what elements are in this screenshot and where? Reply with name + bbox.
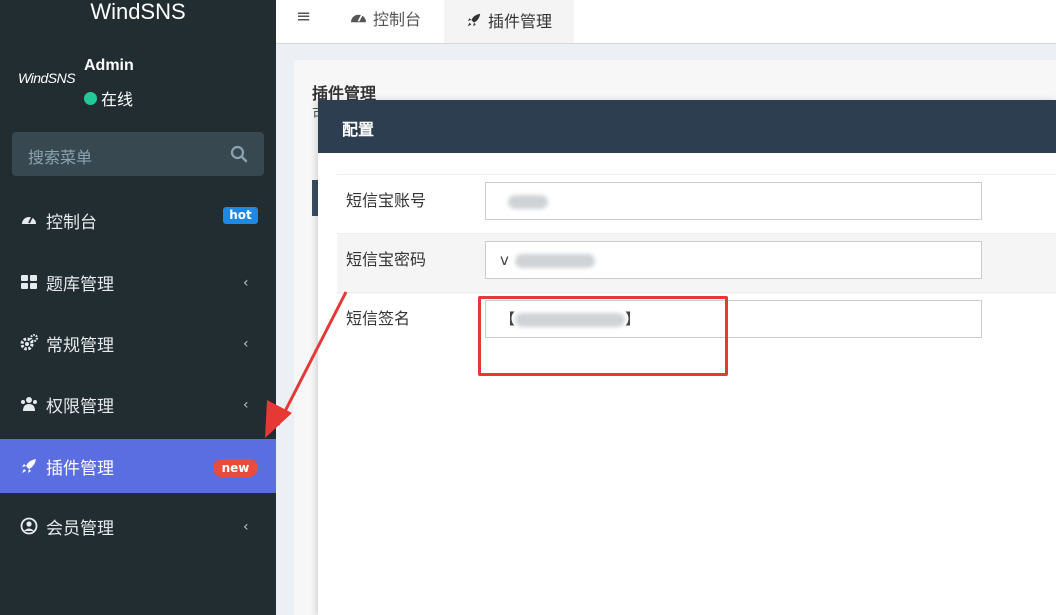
field-value: v [500,251,509,269]
field-label: 短信签名 [346,309,411,328]
tab-label: 控制台 [373,9,422,29]
sms-password-input[interactable]: v [485,241,982,279]
dashboard-icon [351,14,366,23]
sidebar-item-permissions[interactable]: 权限管理 ‹ [0,377,276,431]
user-name: Admin [84,57,134,74]
chevron-left-icon: ‹ [243,397,249,413]
dashboard-icon [22,216,36,224]
search-input[interactable]: 搜索菜单 [28,144,92,168]
form-row-account: 短信宝账号 [337,174,1056,235]
field-label: 短信宝账号 [346,191,427,210]
rocket-icon [22,459,36,473]
gears-icon [20,334,38,351]
redacted-value [514,253,595,268]
rocket-icon [467,13,481,26]
sidebar-item-question-bank[interactable]: 题库管理 ‹ [0,255,276,309]
modal-header: 配置 [318,100,1056,153]
sidebar-item-label: 常规管理 [46,336,114,356]
menu-search[interactable]: 搜索菜单 [12,132,264,176]
sidebar-item-members[interactable]: 会员管理 ‹ [0,499,276,553]
search-icon[interactable] [230,145,248,163]
tab-plugins[interactable]: 插件管理 [444,0,574,43]
online-dot-icon [84,91,97,105]
tab-dashboard[interactable]: 控制台 [342,0,429,39]
users-icon [21,397,37,411]
user-logo: WindSNS [18,70,76,86]
modal-title: 配置 [342,120,375,139]
annotation-highlight-box [478,296,728,376]
brand-title[interactable]: WindSNS [0,0,276,30]
sidebar-item-dashboard[interactable]: 控制台 hot [0,193,276,247]
sidebar-item-label: 插件管理 [46,459,114,479]
sidebar-item-label: 权限管理 [46,397,114,417]
grid-icon [21,275,37,289]
chevron-left-icon: ‹ [243,275,249,291]
top-navbar: ≡ 控制台 插件管理 [276,0,1056,44]
user-status: 在线 [84,86,133,110]
hamburger-menu-icon[interactable]: ≡ [296,6,311,27]
form-row-password: 短信宝密码 v [337,233,1056,294]
sidebar-item-plugins[interactable]: 插件管理 new [0,439,276,493]
new-badge: new [213,459,258,477]
sidebar: WindSNS WindSNS Admin 在线 搜索菜单 控制台 hot 题库… [0,0,276,615]
hot-badge: hot [223,207,258,224]
redacted-value [508,194,548,209]
user-status-label: 在线 [101,90,134,109]
chevron-left-icon: ‹ [243,519,249,535]
field-label: 短信宝密码 [346,250,427,269]
chevron-left-icon: ‹ [243,336,249,352]
sidebar-item-general[interactable]: 常规管理 ‹ [0,316,276,370]
sidebar-item-label: 会员管理 [46,519,114,539]
sms-account-input[interactable] [485,182,982,220]
user-circle-icon [20,517,38,535]
sidebar-item-label: 控制台 [46,213,97,233]
sidebar-item-label: 题库管理 [46,275,114,295]
tab-label: 插件管理 [487,11,552,31]
